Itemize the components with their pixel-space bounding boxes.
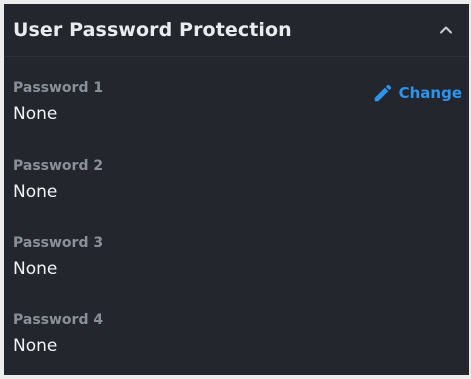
user-password-protection-panel: User Password Protection Password 1 None… — [4, 4, 469, 375]
change-button[interactable]: Change — [372, 82, 462, 104]
panel-title: User Password Protection — [13, 19, 292, 41]
chevron-up-icon[interactable] — [435, 19, 457, 41]
password-label: Password 4 — [13, 312, 104, 328]
pencil-icon — [372, 82, 394, 104]
password-row-2: Password 2 None — [4, 134, 469, 211]
password-value: None — [13, 182, 58, 202]
password-value: None — [13, 259, 58, 279]
password-list: Password 1 None Change Password 2 None P… — [4, 57, 469, 365]
password-label: Password 3 — [13, 235, 104, 251]
password-value: None — [13, 104, 58, 124]
password-label: Password 2 — [13, 158, 104, 174]
password-value: None — [13, 336, 58, 356]
password-label: Password 1 — [13, 80, 104, 96]
password-row-4: Password 4 None — [4, 288, 469, 365]
password-row-1: Password 1 None Change — [4, 57, 469, 134]
change-label: Change — [398, 84, 462, 102]
password-row-3: Password 3 None — [4, 211, 469, 288]
panel-header[interactable]: User Password Protection — [4, 4, 469, 57]
